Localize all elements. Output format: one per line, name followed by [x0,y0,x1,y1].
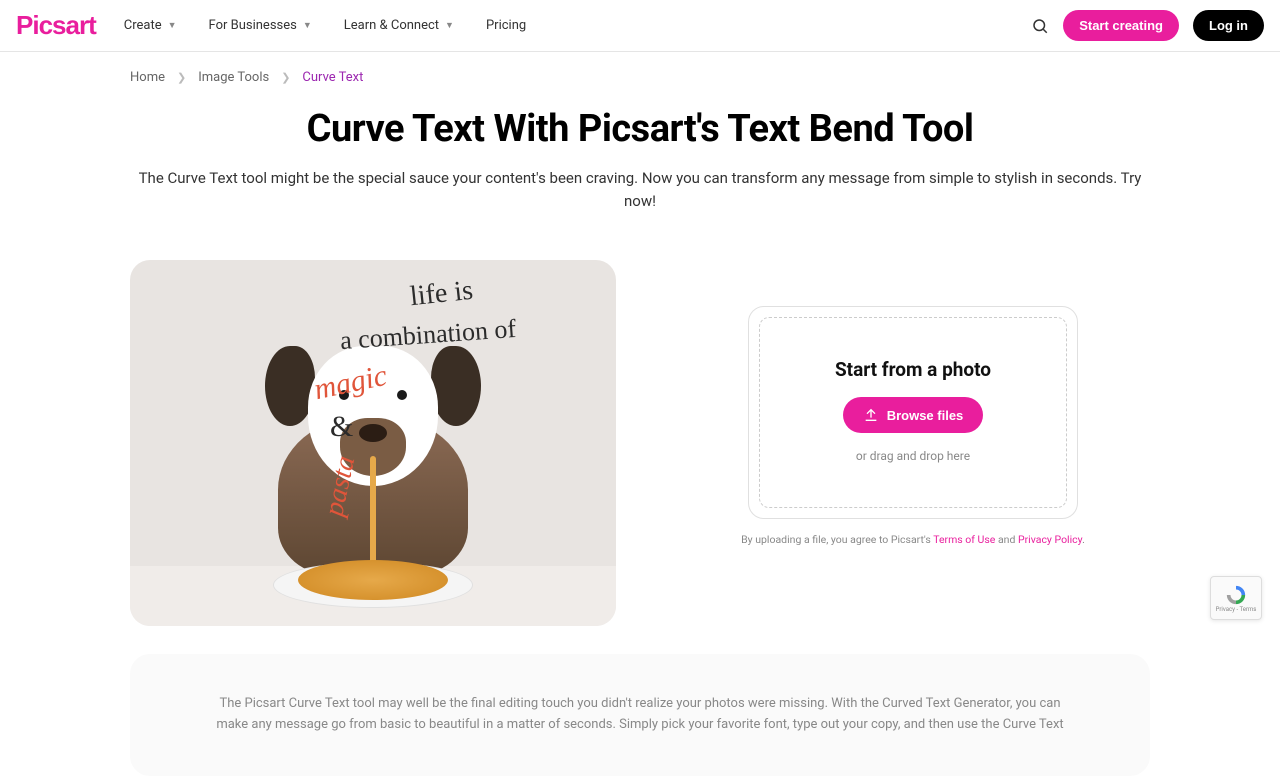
nav-learn-label: Learn & Connect [344,18,439,33]
chevron-right-icon: ❯ [281,71,290,84]
upload-dropzone[interactable]: Start from a photo Browse files or drag … [759,317,1067,508]
hero-text-1: life is [409,275,475,313]
nav-create[interactable]: Create ▼ [124,18,177,33]
privacy-link[interactable]: Privacy Policy [1018,533,1082,546]
breadcrumb: Home ❯ Image Tools ❯ Curve Text [130,52,1150,103]
recaptcha-privacy: Privacy - Terms [1216,606,1257,613]
header: Picsart Create ▼ For Businesses ▼ Learn & … [0,0,1280,52]
body-section: The Picsart Curve Text tool may well be … [130,654,1150,776]
upload-disclaimer: By uploading a file, you agree to Picsar… [741,533,1085,546]
terms-link[interactable]: Terms of Use [933,533,995,546]
nav-pricing[interactable]: Pricing [486,18,526,33]
login-button[interactable]: Log in [1193,10,1264,41]
hero-dog-eye [397,390,407,400]
hero-pasta [298,560,448,600]
hero-noodle [370,456,376,566]
nav-business-label: For Businesses [209,18,297,33]
header-right: Start creating Log in [1031,10,1264,41]
hero-image: life is a combination of magic & pasta [130,260,616,626]
browse-files-label: Browse files [887,408,964,423]
drag-hint: or drag and drop here [856,449,970,463]
upload-column: Start from a photo Browse files or drag … [676,260,1150,546]
nav-pricing-label: Pricing [486,18,526,33]
breadcrumb-current: Curve Text [302,70,363,85]
hero-dog-nose [359,424,387,442]
content-row: life is a combination of magic & pasta S… [130,260,1150,626]
breadcrumb-tools[interactable]: Image Tools [198,70,269,85]
disclaimer-and: and [995,533,1018,546]
logo[interactable]: Picsart [16,10,96,41]
chevron-down-icon: ▼ [445,20,454,31]
main-container: Home ❯ Image Tools ❯ Curve Text Curve Te… [110,52,1170,776]
page-subtitle: The Curve Text tool might be the special… [130,167,1150,212]
disclaimer-prefix: By uploading a file, you agree to Picsar… [741,533,933,546]
breadcrumb-home[interactable]: Home [130,70,165,85]
body-text: The Picsart Curve Text tool may well be … [210,694,1070,736]
chevron-right-icon: ❯ [177,71,186,84]
header-left: Picsart Create ▼ For Businesses ▼ Learn & … [16,10,526,41]
upload-icon [863,407,879,423]
chevron-down-icon: ▼ [303,20,312,31]
upload-title: Start from a photo [835,358,991,381]
chevron-down-icon: ▼ [168,20,177,31]
main-nav: Create ▼ For Businesses ▼ Learn & Connect ▼… [124,18,526,33]
hero-text-2: a combination of [339,314,517,356]
recaptcha-badge[interactable]: Privacy - Terms [1210,576,1262,620]
recaptcha-icon [1225,584,1247,606]
nav-learn[interactable]: Learn & Connect ▼ [344,18,454,33]
browse-files-button[interactable]: Browse files [843,397,984,433]
upload-box: Start from a photo Browse files or drag … [748,306,1078,519]
hero-dog-ear [431,346,481,426]
hero-text-4: & [330,410,353,444]
search-icon[interactable] [1031,17,1049,35]
nav-business[interactable]: For Businesses ▼ [209,18,312,33]
disclaimer-period: . [1082,533,1085,546]
page-title: Curve Text With Picsart's Text Bend Tool [130,107,1150,151]
start-creating-button[interactable]: Start creating [1063,10,1179,41]
nav-create-label: Create [124,18,162,33]
